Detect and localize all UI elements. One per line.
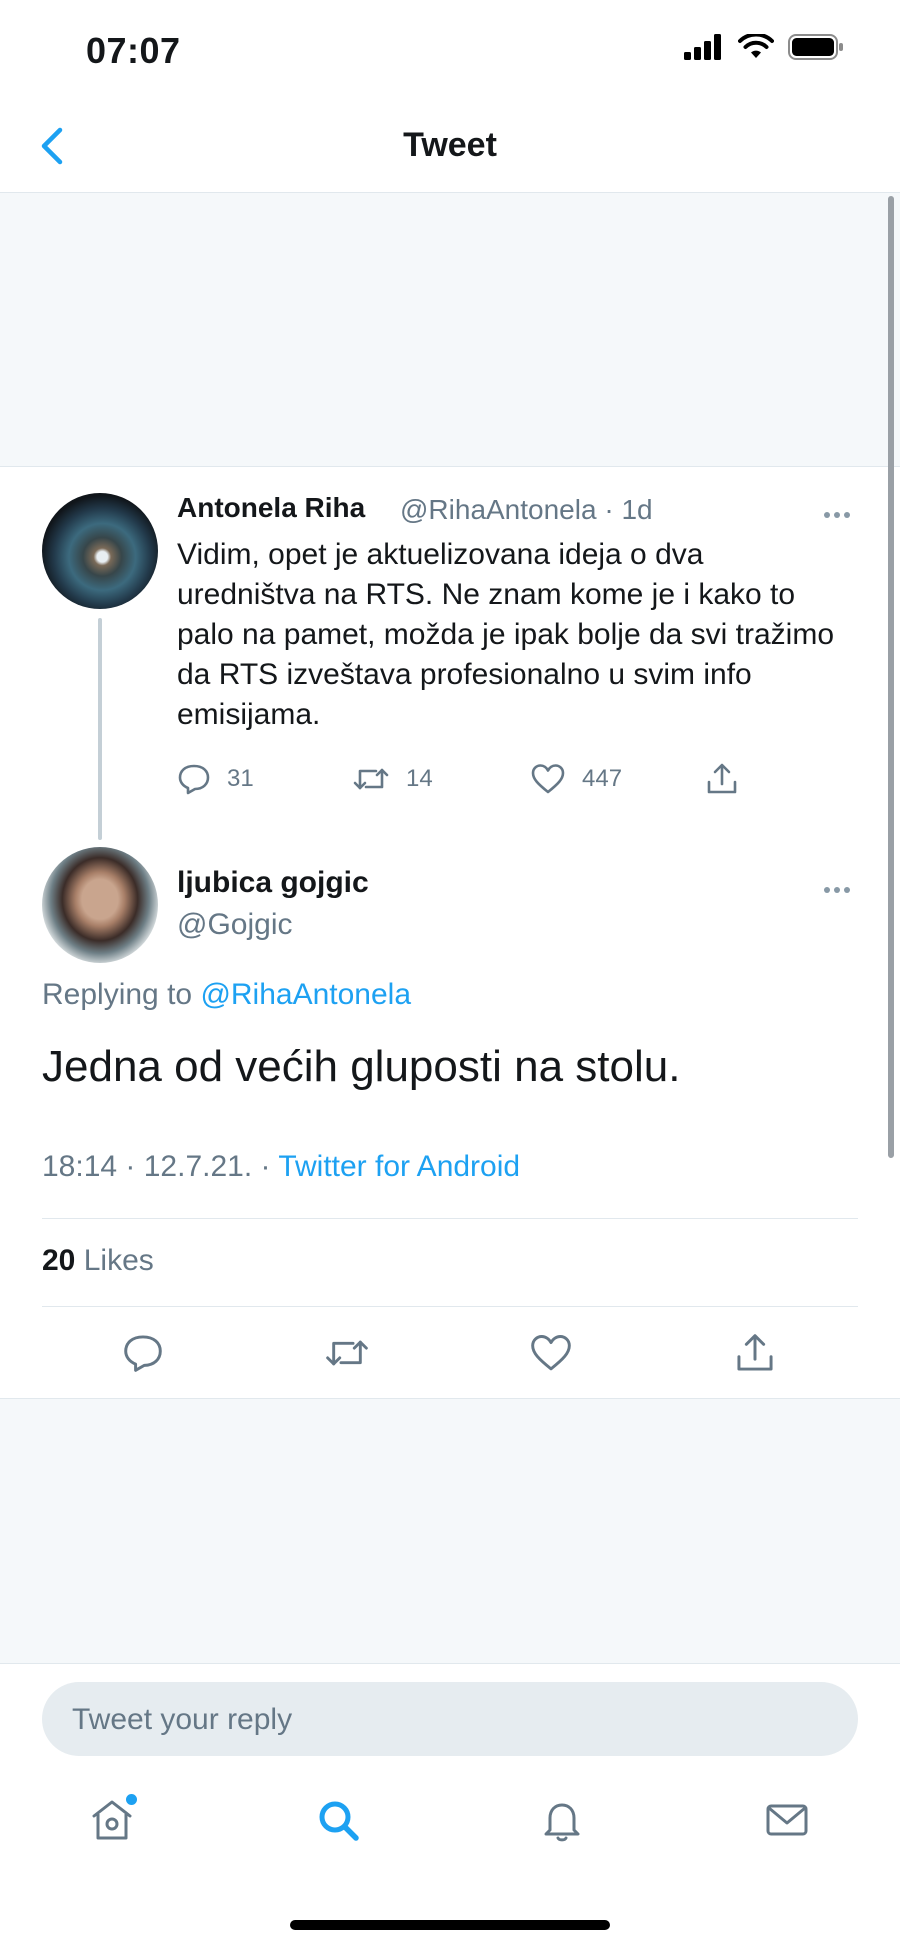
avatar[interactable]: [42, 493, 158, 609]
reply-author-name[interactable]: ljubica gojgic: [177, 866, 369, 900]
tab-notifications[interactable]: [532, 1790, 592, 1850]
messages-icon: [766, 1804, 808, 1836]
notifications-icon: [544, 1803, 580, 1842]
reply-input[interactable]: [70, 1682, 834, 1758]
reply-composer[interactable]: [42, 1682, 858, 1758]
notification-dot: [126, 1794, 137, 1805]
wifi-icon: [738, 34, 774, 58]
share-icon: [707, 763, 737, 794]
replying-to: Replying to @RihaAntonela: [42, 978, 411, 1012]
more-options-icon[interactable]: [824, 505, 858, 518]
reply-count: 31: [227, 765, 254, 792]
tweet-actions: 31 14 447: [177, 762, 757, 802]
battery-icon: [788, 34, 843, 60]
author-handle: @RihaAntonela: [400, 494, 597, 525]
retweet-action[interactable]: 14: [352, 762, 433, 796]
heart-icon: [531, 1335, 571, 1371]
tab-bar: [0, 1772, 900, 1872]
separator-dot: ·: [117, 1150, 144, 1183]
reply-icon: [178, 764, 210, 795]
retweet-count: 14: [406, 765, 433, 792]
reply-action[interactable]: 31: [177, 762, 254, 796]
scrollbar[interactable]: [888, 196, 894, 1158]
author-name[interactable]: Antonela Riha: [177, 492, 365, 524]
tab-messages[interactable]: [757, 1790, 817, 1850]
tab-home[interactable]: [82, 1790, 142, 1850]
share-button[interactable]: [734, 1332, 776, 1379]
more-options-icon[interactable]: [824, 880, 858, 893]
tweet-date: 12.7.21.: [143, 1150, 253, 1183]
divider: [42, 1218, 858, 1219]
reply-tweet-text: Jedna od većih gluposti na stolu.: [42, 1042, 681, 1091]
like-action[interactable]: 447: [530, 762, 622, 796]
heart-icon: [531, 764, 565, 794]
tweet-time: 18:14: [42, 1150, 118, 1183]
likes-summary[interactable]: 20 Likes: [42, 1244, 154, 1278]
empty-replies-area: [0, 1399, 900, 1664]
tab-search[interactable]: [308, 1790, 368, 1850]
separator-dot: ·: [252, 1150, 279, 1183]
loading-area: [0, 193, 900, 467]
retweet-icon: [353, 768, 389, 790]
tweet-age: 1d: [621, 494, 653, 525]
reply-tweet-actions: [0, 1326, 900, 1382]
likes-label: Likes: [83, 1244, 154, 1277]
status-bar: 07:07: [0, 0, 900, 100]
tweet-source-link[interactable]: Twitter for Android: [278, 1150, 520, 1183]
share-icon: [737, 1334, 773, 1371]
author-handle-and-age: @RihaAntonela · 1d: [400, 494, 653, 526]
search-icon: [319, 1801, 359, 1841]
tweet-meta: 18:14 · 12.7.21. · Twitter for Android: [42, 1150, 520, 1184]
replying-to-link[interactable]: @RihaAntonela: [200, 978, 411, 1011]
replying-to-label: Replying to: [42, 978, 193, 1011]
retweet-button[interactable]: [324, 1332, 370, 1379]
avatar[interactable]: [42, 847, 158, 963]
thread-line: [98, 618, 102, 840]
status-time: 07:07: [86, 30, 181, 71]
home-indicator[interactable]: [290, 1920, 610, 1930]
share-action[interactable]: [705, 762, 739, 796]
reply-author-handle: @Gojgic: [177, 908, 293, 941]
tweet-text: Vidim, opet je aktuelizovana ideja o dva…: [177, 538, 835, 731]
retweet-icon: [326, 1340, 368, 1366]
separator-dot: ·: [596, 494, 622, 525]
like-button[interactable]: [529, 1332, 573, 1379]
like-count: 447: [582, 765, 623, 792]
likes-count: 20: [42, 1244, 76, 1277]
navigation-bar: Tweet: [0, 100, 900, 193]
reply-button[interactable]: [122, 1332, 164, 1379]
divider: [42, 1306, 858, 1307]
signal-icon: [684, 34, 721, 60]
reply-icon: [124, 1335, 162, 1372]
status-icons: [684, 34, 844, 60]
page-title: Tweet: [403, 126, 497, 164]
